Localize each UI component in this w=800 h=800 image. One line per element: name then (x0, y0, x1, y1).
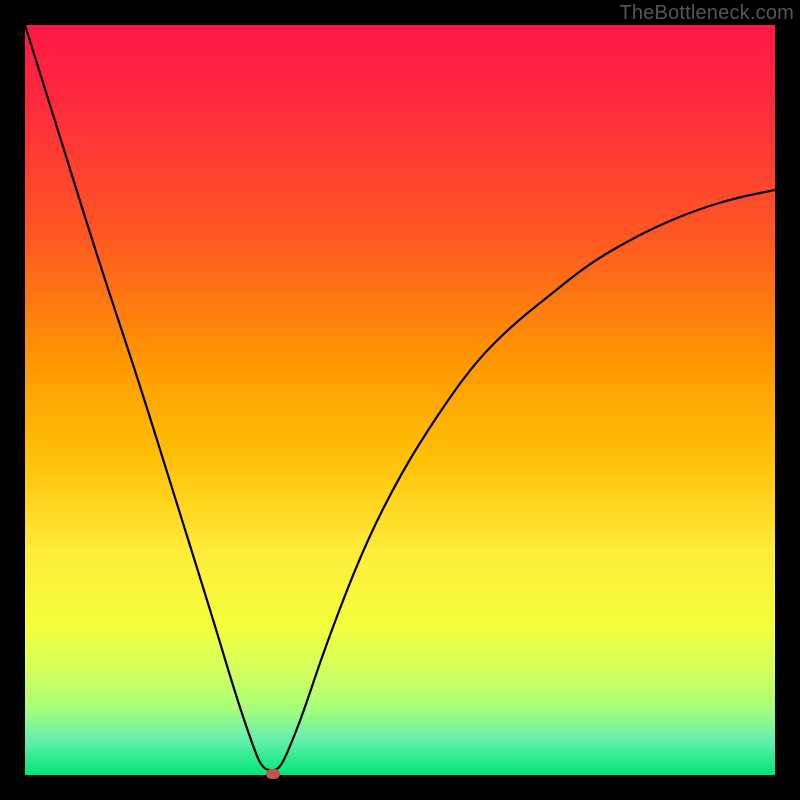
chart-frame: TheBottleneck.com (0, 0, 800, 800)
plot-area (25, 25, 775, 775)
curve-layer (25, 25, 775, 775)
bottleneck-curve (25, 25, 775, 770)
watermark-text: TheBottleneck.com (619, 2, 794, 25)
min-marker (266, 769, 280, 779)
